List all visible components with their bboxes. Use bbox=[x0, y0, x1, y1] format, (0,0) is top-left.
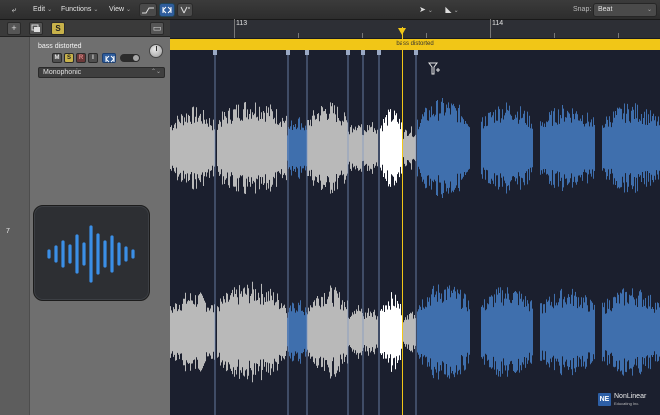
volume-knob[interactable] bbox=[149, 44, 163, 58]
waveform-segment bbox=[363, 308, 378, 356]
playhead-handle[interactable] bbox=[398, 28, 406, 35]
flex-marker-handle[interactable] bbox=[213, 50, 217, 55]
flex-icon bbox=[162, 6, 172, 14]
bar-113-label: 113 bbox=[236, 20, 248, 27]
waveform-segment bbox=[417, 284, 470, 380]
flex-mode-select[interactable]: Monophonic ⌃⌄ bbox=[38, 67, 165, 78]
waveform-segment bbox=[307, 102, 348, 194]
track-number: 7 bbox=[6, 228, 10, 235]
flex-marker-handle[interactable] bbox=[305, 50, 309, 55]
snap-label: Snap: bbox=[573, 6, 592, 13]
track-toggle[interactable] bbox=[120, 54, 140, 62]
flex-marker-handle[interactable] bbox=[414, 50, 418, 55]
waveform-icon bbox=[47, 225, 135, 283]
pointer-tool-icon[interactable]: ➤ ⌄ bbox=[418, 3, 434, 17]
waveform-segment bbox=[380, 292, 402, 372]
automation-icon bbox=[142, 7, 154, 14]
duplicate-icon bbox=[31, 24, 40, 32]
flex-marker-handle[interactable] bbox=[346, 50, 350, 55]
mute-button[interactable]: M bbox=[52, 53, 62, 63]
waveform-segment bbox=[481, 102, 533, 194]
waveform-segment bbox=[307, 285, 348, 379]
solo-button[interactable]: S bbox=[64, 53, 74, 63]
region-header[interactable]: bass distorted bbox=[170, 39, 660, 50]
flex-marker-handle[interactable] bbox=[377, 50, 381, 55]
duplicate-track-button[interactable] bbox=[29, 22, 43, 35]
waveform-segment bbox=[217, 102, 287, 194]
track-flex-button[interactable] bbox=[102, 53, 116, 63]
menu-bar: ⤶ Edit ⌄ Functions ⌄ View ⌄ ➤ ⌄ ◣ ⌄ Snap: Bea… bbox=[0, 0, 660, 20]
waveform-segment bbox=[363, 122, 378, 174]
functions-menu[interactable]: Functions ⌄ bbox=[61, 4, 98, 16]
logo-tagline: Educating Inc. bbox=[614, 401, 640, 406]
add-track-button[interactable]: + bbox=[7, 22, 21, 35]
edit-menu-label: Edit bbox=[33, 6, 46, 13]
track-number-gutter bbox=[0, 20, 30, 415]
bar-114-label: 114 bbox=[492, 20, 504, 27]
flex-marker-handle[interactable] bbox=[361, 50, 365, 55]
track-flex-icon bbox=[105, 55, 115, 63]
ruler-tick bbox=[554, 33, 555, 38]
logo-name: NonLinear bbox=[614, 393, 647, 400]
ruler-tick bbox=[490, 19, 491, 38]
functions-menu-label: Functions bbox=[61, 6, 92, 13]
waveform-segment bbox=[217, 281, 287, 383]
ruler-tick bbox=[298, 33, 299, 38]
track-icon[interactable] bbox=[33, 205, 150, 301]
logo-mark: NE bbox=[598, 393, 611, 406]
waveform-segment bbox=[540, 105, 595, 191]
waveform-segment bbox=[380, 109, 402, 187]
back-arrow-icon[interactable]: ⤶ bbox=[8, 3, 20, 17]
flex-marker-cursor-icon bbox=[428, 62, 440, 75]
collapse-icon[interactable]: ▭ bbox=[150, 22, 164, 35]
waveform-segment bbox=[602, 288, 660, 376]
region-name: bass distorted bbox=[396, 41, 434, 47]
waveform-segment bbox=[170, 106, 215, 190]
waveform-segment bbox=[402, 311, 416, 353]
automation-button[interactable] bbox=[139, 3, 157, 17]
input-monitor-button[interactable]: I bbox=[88, 53, 98, 63]
audio-waveform[interactable] bbox=[170, 50, 660, 415]
waveform-segment bbox=[402, 126, 416, 170]
snap-value: Beat bbox=[598, 6, 613, 13]
flex-marker-handle[interactable] bbox=[286, 50, 290, 55]
waveform-segment bbox=[287, 300, 307, 364]
waveform-segment bbox=[348, 124, 363, 172]
edit-menu[interactable]: Edit ⌄ bbox=[33, 4, 52, 16]
view-menu-label: View bbox=[109, 6, 125, 13]
ruler-tick bbox=[234, 19, 235, 38]
waveform-segment bbox=[481, 287, 533, 377]
ruler-tick bbox=[362, 33, 363, 38]
flex-mode-button[interactable] bbox=[159, 3, 175, 17]
waveform-segment bbox=[287, 117, 307, 179]
waveform-segment bbox=[417, 98, 470, 198]
global-solo-button[interactable]: S bbox=[51, 22, 65, 35]
track-toolbar: + S ▭ bbox=[0, 20, 170, 37]
timeline-ruler[interactable]: 113 114 bbox=[170, 19, 660, 39]
waveform-segment bbox=[540, 288, 595, 376]
catch-icon bbox=[180, 6, 190, 14]
ruler-tick bbox=[618, 33, 619, 38]
waveform-segment bbox=[170, 292, 215, 372]
view-menu[interactable]: View ⌄ bbox=[109, 4, 131, 16]
waveform-segment bbox=[602, 103, 660, 193]
record-button[interactable]: R bbox=[76, 53, 86, 63]
snap-select[interactable]: Beat ⌄ bbox=[593, 3, 657, 17]
playhead[interactable] bbox=[402, 27, 403, 415]
flex-tool-icon[interactable]: ◣ ⌄ bbox=[444, 3, 460, 17]
waveform-segment bbox=[348, 305, 363, 359]
ruler-tick bbox=[426, 33, 427, 38]
catch-button[interactable] bbox=[177, 3, 193, 17]
track-name[interactable]: bass distorted bbox=[38, 43, 82, 50]
flex-mode-value: Monophonic bbox=[43, 69, 82, 76]
